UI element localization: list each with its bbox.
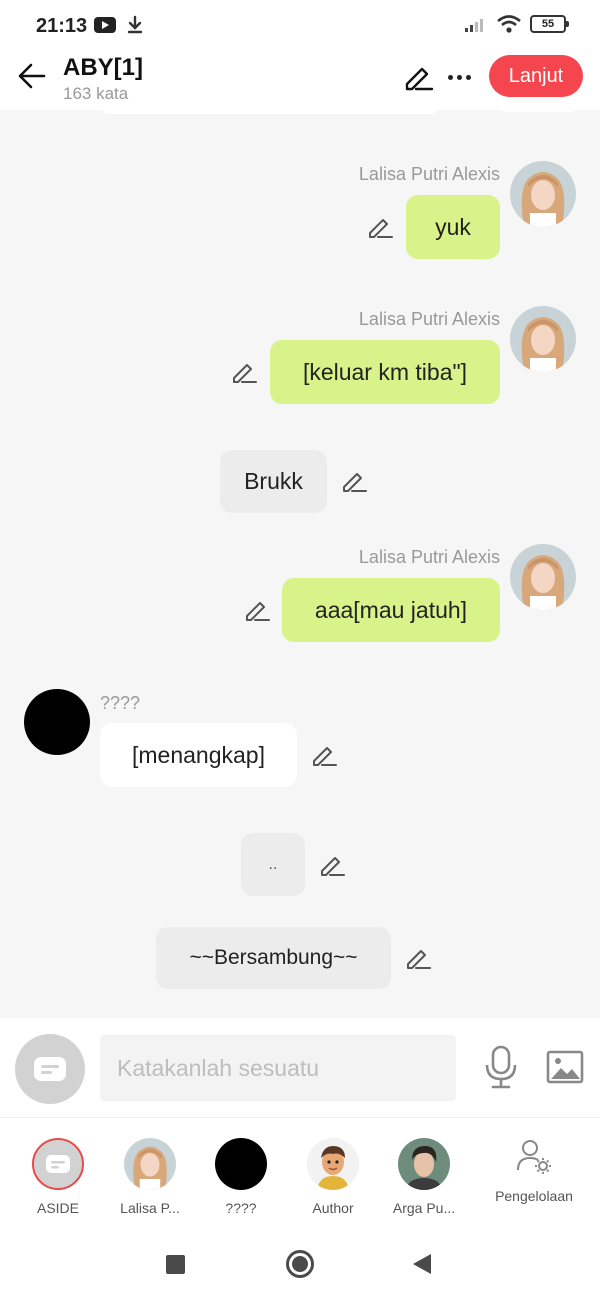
message-bubble[interactable]: [keluar km tiba"] xyxy=(270,340,500,404)
message-input[interactable] xyxy=(100,1035,456,1101)
system-back-button[interactable] xyxy=(413,1254,431,1274)
avatar-lalisa-image xyxy=(510,161,576,227)
more-dot-icon xyxy=(447,74,453,80)
avatar-unknown[interactable] xyxy=(24,689,90,755)
speaker-name: Lalisa Putri Alexis xyxy=(358,547,500,567)
character-lalisa[interactable]: Lalisa P... xyxy=(110,1138,190,1216)
battery-icon: 55 xyxy=(530,15,569,33)
character-unknown[interactable]: ???? xyxy=(201,1138,281,1216)
aside-chat-icon xyxy=(34,1057,66,1081)
more-dot-icon xyxy=(465,74,471,80)
avatar-lalisa[interactable] xyxy=(510,544,576,610)
avatar-lalisa-image xyxy=(124,1138,176,1190)
character-label: Author xyxy=(312,1200,354,1216)
edit-message-icon[interactable] xyxy=(230,358,258,386)
character-label: ASIDE xyxy=(36,1200,79,1216)
character-aside[interactable]: ASIDE xyxy=(18,1138,98,1216)
avatar-lalisa xyxy=(124,1138,176,1190)
message-bubble[interactable]: [menangkap] xyxy=(100,723,297,787)
status-notification-icons xyxy=(94,15,144,35)
speaker-name: Lalisa Putri Alexis xyxy=(358,309,500,329)
status-system-icons: 55 xyxy=(464,14,569,34)
narration-bubble[interactable]: Brukk xyxy=(220,450,327,513)
avatar-unknown xyxy=(215,1138,267,1190)
arrow-left-icon xyxy=(18,63,46,89)
back-button[interactable] xyxy=(14,58,50,94)
next-button[interactable]: Lanjut xyxy=(489,55,583,97)
more-dot-icon xyxy=(456,74,462,80)
character-label: Lalisa P... xyxy=(120,1200,180,1216)
home-button[interactable] xyxy=(286,1250,314,1278)
download-icon xyxy=(127,15,143,34)
edit-message-icon[interactable] xyxy=(340,467,368,495)
edit-message-icon[interactable] xyxy=(404,944,432,972)
system-nav-bar xyxy=(0,1228,600,1300)
wifi-icon xyxy=(497,15,521,33)
message-bubble[interactable]: aaa[mau jatuh] xyxy=(282,578,500,642)
avatar-lalisa-image xyxy=(510,306,576,372)
aside-avatar xyxy=(32,1138,84,1190)
character-label: Arga Pu... xyxy=(392,1200,456,1216)
microphone-icon[interactable] xyxy=(482,1045,520,1089)
speaker-name: Lalisa Putri Alexis xyxy=(358,164,500,184)
edit-title-icon[interactable] xyxy=(402,62,434,92)
avatar-arga-image xyxy=(398,1138,450,1190)
signal-icon xyxy=(465,19,483,32)
narration-bubble[interactable]: .. xyxy=(241,833,305,896)
character-management-button[interactable]: Pengelolaan xyxy=(486,1138,582,1204)
avatar-author xyxy=(307,1138,359,1190)
character-author[interactable]: Author xyxy=(293,1138,373,1216)
avatar-lalisa[interactable] xyxy=(510,161,576,227)
youtube-icon xyxy=(94,17,116,33)
avatar-lalisa[interactable] xyxy=(510,306,576,372)
character-management-label: Pengelolaan xyxy=(495,1188,573,1204)
avatar-arga xyxy=(398,1138,450,1190)
aside-chat-icon xyxy=(46,1155,70,1173)
edit-message-icon[interactable] xyxy=(243,596,271,624)
avatar-author-image xyxy=(307,1138,359,1190)
status-time: 21:13 xyxy=(36,15,88,37)
chat-area[interactable]: Lalisa Putri Alexis yuk Lalisa Putri Ale… xyxy=(0,110,600,1018)
edit-message-icon[interactable] xyxy=(310,741,338,769)
status-bar: 21:13 55 xyxy=(0,0,600,52)
character-bar: ASIDE Lalisa P... ???? Author Arga Pu...… xyxy=(0,1118,600,1228)
previous-message-edge xyxy=(100,110,440,114)
narration-bubble[interactable]: ~~Bersambung~~ xyxy=(156,927,391,989)
character-label: ???? xyxy=(225,1200,257,1216)
image-icon[interactable] xyxy=(546,1049,584,1085)
edit-message-icon[interactable] xyxy=(366,213,394,241)
message-bubble[interactable]: yuk xyxy=(406,195,500,259)
header: ABY[1] 163 kata Lanjut xyxy=(0,52,600,110)
more-options-button[interactable] xyxy=(442,60,476,94)
edit-message-icon[interactable] xyxy=(318,851,346,879)
speaker-name: ???? xyxy=(100,693,141,713)
input-bar xyxy=(0,1018,600,1118)
story-title: ABY[1] xyxy=(63,54,144,81)
previous-message-edge xyxy=(498,110,578,112)
character-arga[interactable]: Arga Pu... xyxy=(384,1138,464,1216)
avatar-lalisa-image xyxy=(510,544,576,610)
word-count: 163 kata xyxy=(63,84,129,103)
recent-apps-button[interactable] xyxy=(166,1255,185,1274)
user-settings-icon xyxy=(517,1140,551,1174)
aside-toggle-button[interactable] xyxy=(15,1034,85,1104)
